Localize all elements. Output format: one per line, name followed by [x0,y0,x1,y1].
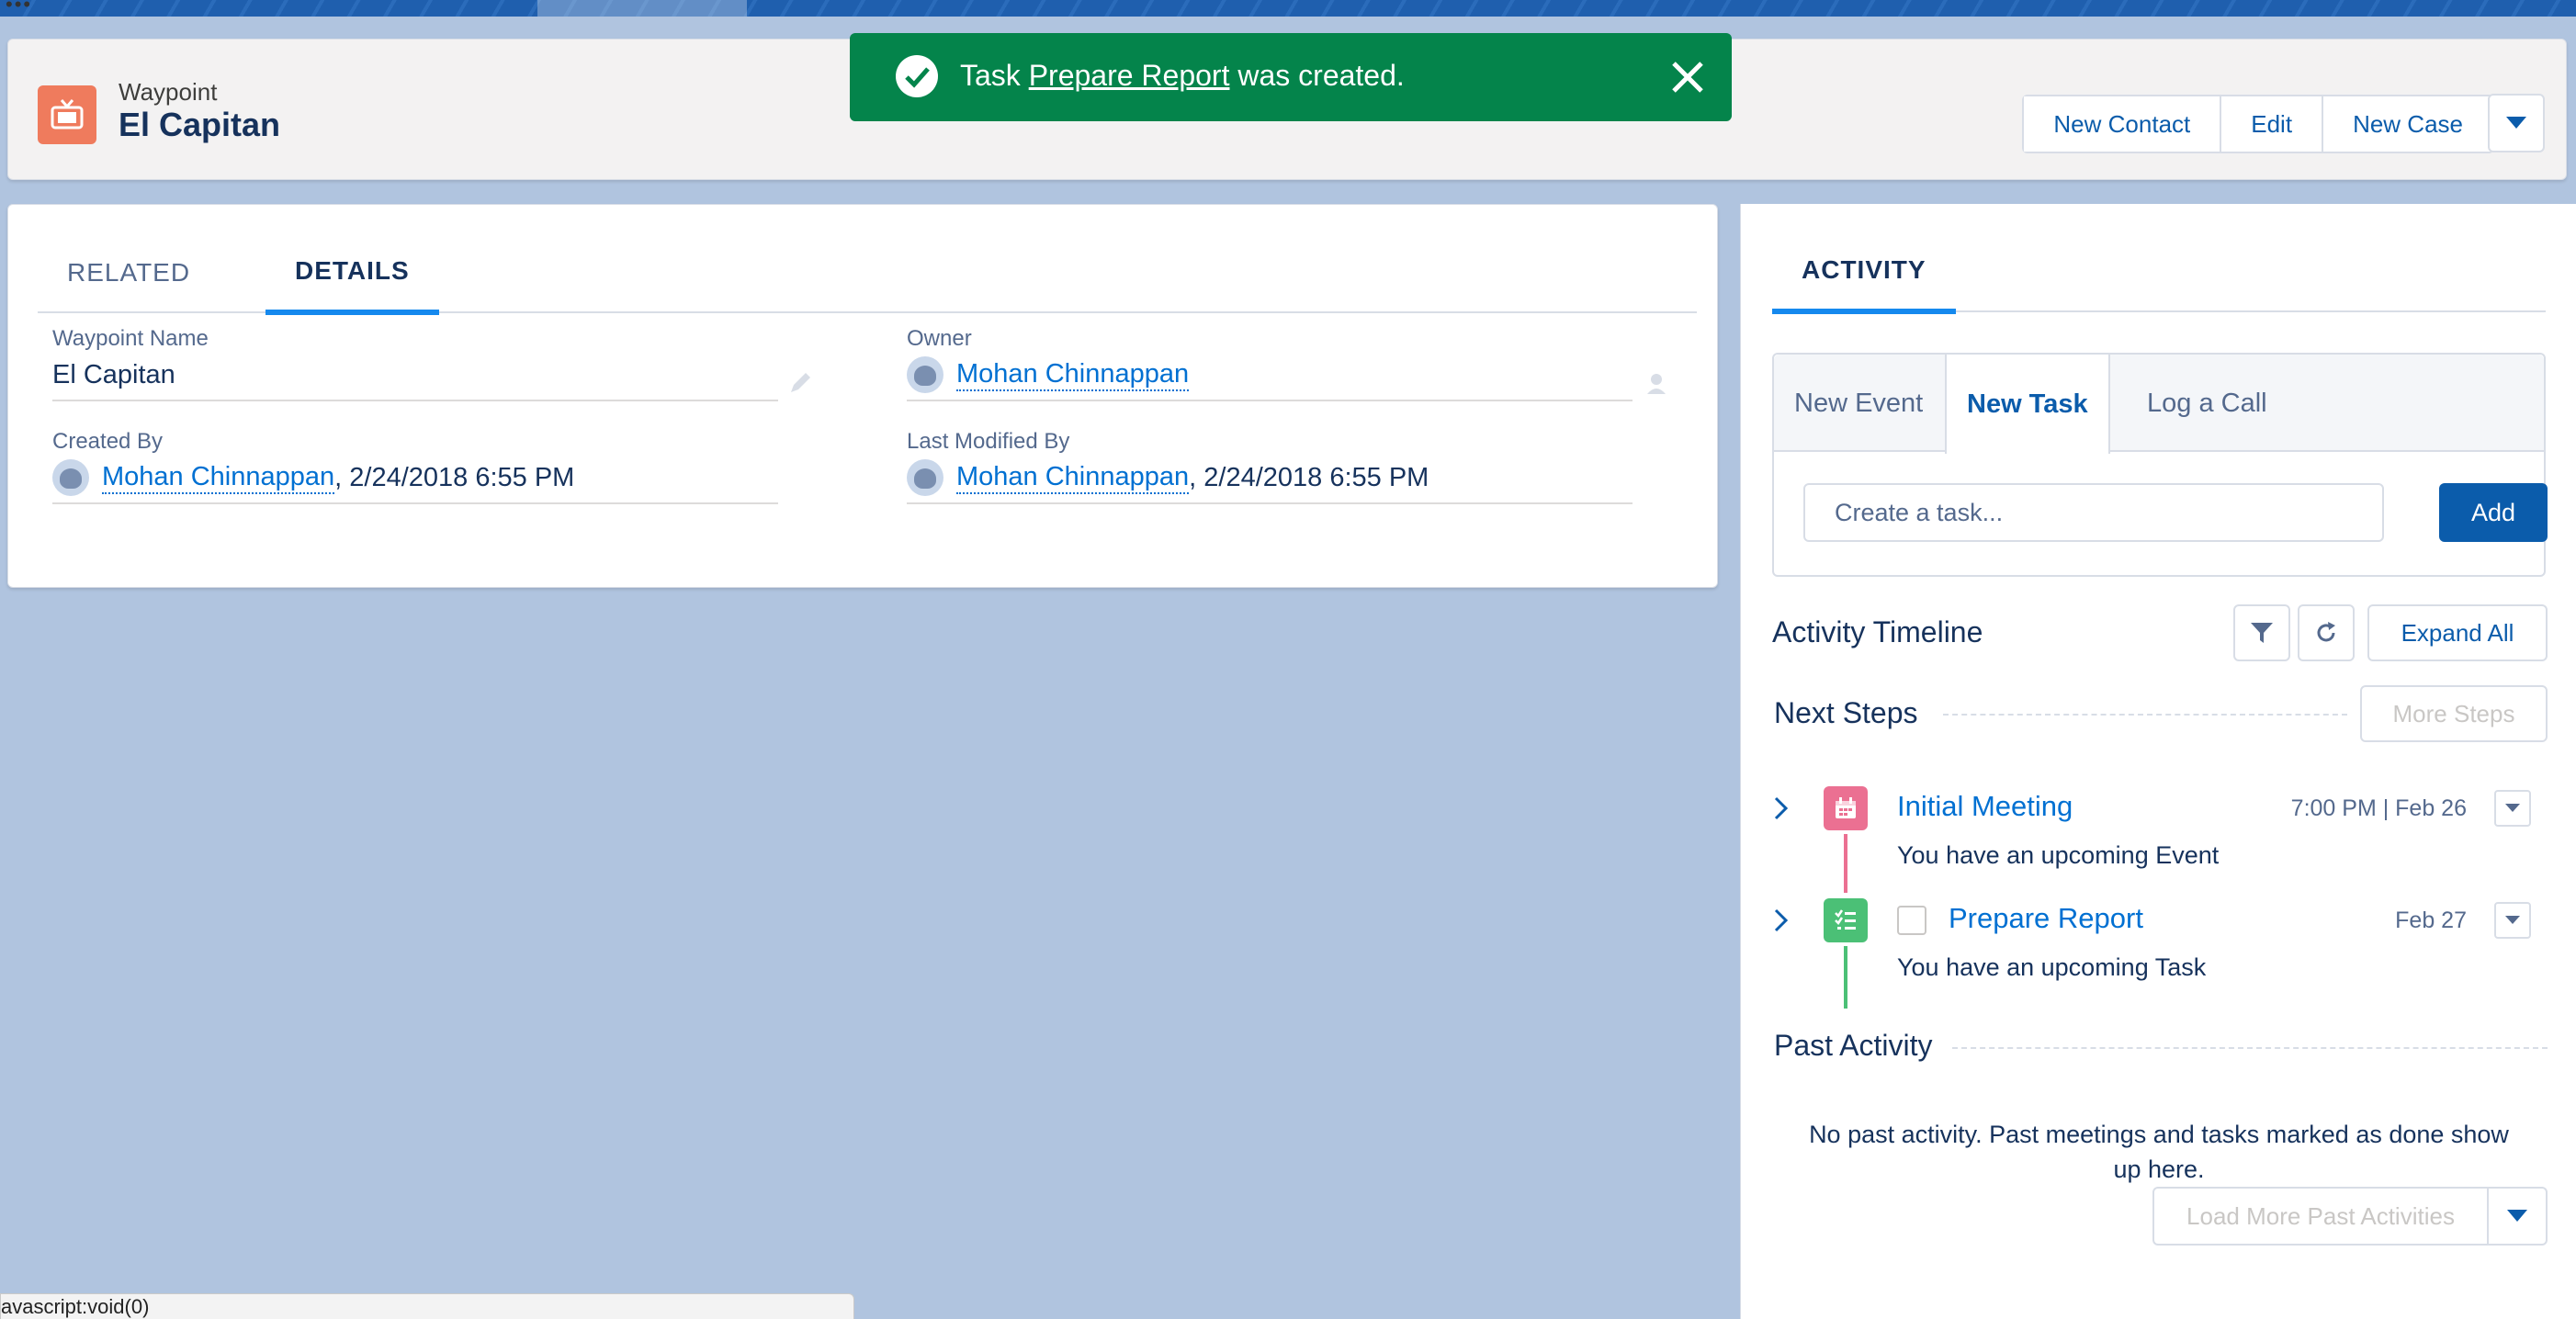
field-created-by: Created By Mohan Chinnappan , 2/24/2018 … [52,429,778,504]
pencil-icon[interactable] [787,368,815,396]
load-more-button[interactable]: Load More Past Activities [2154,1189,2489,1244]
create-task-input[interactable] [1803,483,2384,542]
task-date: Feb 27 [2395,908,2467,933]
toast-record-link[interactable]: Prepare Report [1029,59,1230,92]
composer-tabs: New Event New Task Log a Call [1774,355,2544,454]
tv-icon [38,85,96,144]
field-value: Mohan Chinnappan [907,356,1633,401]
success-toast: Task Prepare Report was created. [850,33,1732,121]
more-steps-button[interactable]: More Steps [2360,685,2548,742]
task-complete-checkbox[interactable] [1897,906,1926,935]
expand-all-button[interactable]: Expand All [2367,604,2548,661]
details-panel: RELATED DETAILS Waypoint Name El Capitan… [7,204,1718,588]
field-value: Mohan Chinnappan , 2/24/2018 6:55 PM [52,459,778,504]
last-modified-by-link[interactable]: Mohan Chinnappan [956,462,1190,494]
filter-button[interactable] [2233,604,2290,661]
browser-tab-strip: ••• [0,0,2576,17]
chevron-down-icon [2506,117,2526,129]
task-description: You have an upcoming Task [1897,953,2207,981]
activity-timeline-title: Activity Timeline [1772,615,1983,648]
task-icon [1824,898,1868,942]
past-activity-empty-message: No past activity. Past meetings and task… [1809,1121,2509,1183]
success-check-icon [896,55,938,97]
object-type-label: Waypoint [119,78,218,106]
chevron-down-icon [2505,916,2520,924]
header-actions: New Contact Edit New Case [2022,95,2494,153]
tab-activity[interactable]: ACTIVITY [1772,231,1956,314]
timeline-item-event: Initial Meeting 7:00 PM | Feb 26 You hav… [1772,786,2546,896]
timeline-item-task: Prepare Report Feb 27 You have an upcomi… [1772,898,2546,1009]
avatar [52,459,89,496]
timeline-connector [1844,946,1847,1009]
refresh-button[interactable] [2298,604,2355,661]
browser-tab[interactable] [537,0,747,17]
activity-composer: New Event New Task Log a Call Add [1772,353,2548,577]
field-label: Waypoint Name [52,326,209,351]
tab-new-event[interactable]: New Event [1774,355,1943,452]
created-date: , 2/24/2018 6:55 PM [334,462,575,492]
tab-details[interactable]: DETAILS [266,232,439,315]
edit-button[interactable]: Edit [2221,96,2324,152]
event-subject-link[interactable]: Initial Meeting [1897,790,2073,823]
new-contact-button[interactable]: New Contact [2024,96,2222,152]
browser-status-bar: avascript:void(0) [0,1293,854,1319]
event-date: 7:00 PM | Feb 26 [2290,795,2467,821]
load-more-past-activities: Load More Past Activities [2152,1187,2548,1246]
item-actions-menu[interactable] [2494,790,2531,827]
field-value: El Capitan [52,359,778,401]
divider [1952,1047,2548,1049]
chevron-right-icon[interactable] [1772,908,1791,933]
activity-tabs: ACTIVITY [1772,231,2546,314]
avatar [907,356,943,393]
tab-log-a-call[interactable]: Log a Call [2127,355,2288,452]
change-owner-icon[interactable] [1642,370,1669,398]
field-label: Owner [907,326,972,351]
tab-new-task[interactable]: New Task [1945,355,2110,454]
next-steps-title: Next Steps [1774,696,1933,730]
event-description: You have an upcoming Event [1897,841,2220,869]
field-owner: Owner Mohan Chinnappan [907,326,1633,401]
details-tabs: RELATED DETAILS [38,232,1697,315]
tab-related[interactable]: RELATED [38,232,220,313]
more-actions-button[interactable] [2488,94,2545,152]
created-by-link[interactable]: Mohan Chinnappan [102,462,335,494]
field-label: Created By [52,429,164,454]
load-more-menu-button[interactable] [2489,1189,2546,1244]
timeline-connector [1844,834,1847,893]
calendar-icon [1824,786,1868,830]
window-controls[interactable]: ••• [6,0,32,17]
item-actions-menu[interactable] [2494,902,2531,939]
add-task-button[interactable]: Add [2439,483,2548,542]
new-case-button[interactable]: New Case [2323,96,2492,152]
refresh-icon [2317,622,2335,642]
avatar [907,459,943,496]
task-subject-link[interactable]: Prepare Report [1949,902,2143,935]
chevron-down-icon [2507,1210,2527,1222]
field-last-modified-by: Last Modified By Mohan Chinnappan , 2/24… [907,429,1633,504]
filter-icon [2251,623,2273,643]
past-activity-title: Past Activity [1774,1029,1948,1063]
divider [1943,714,2347,716]
modified-date: , 2/24/2018 6:55 PM [1189,462,1429,492]
owner-link[interactable]: Mohan Chinnappan [956,359,1190,391]
field-waypoint-name: Waypoint Name El Capitan [52,326,778,401]
field-value: Mohan Chinnappan , 2/24/2018 6:55 PM [907,459,1633,504]
chevron-down-icon [2505,804,2520,812]
close-icon[interactable] [1671,61,1704,94]
toast-message: Task Prepare Report was created. [960,59,1405,92]
field-label: Last Modified By [907,429,1070,454]
activity-panel: ACTIVITY New Event New Task Log a Call A… [1740,204,2576,1319]
record-title: El Capitan [119,106,281,143]
chevron-right-icon[interactable] [1772,795,1791,821]
